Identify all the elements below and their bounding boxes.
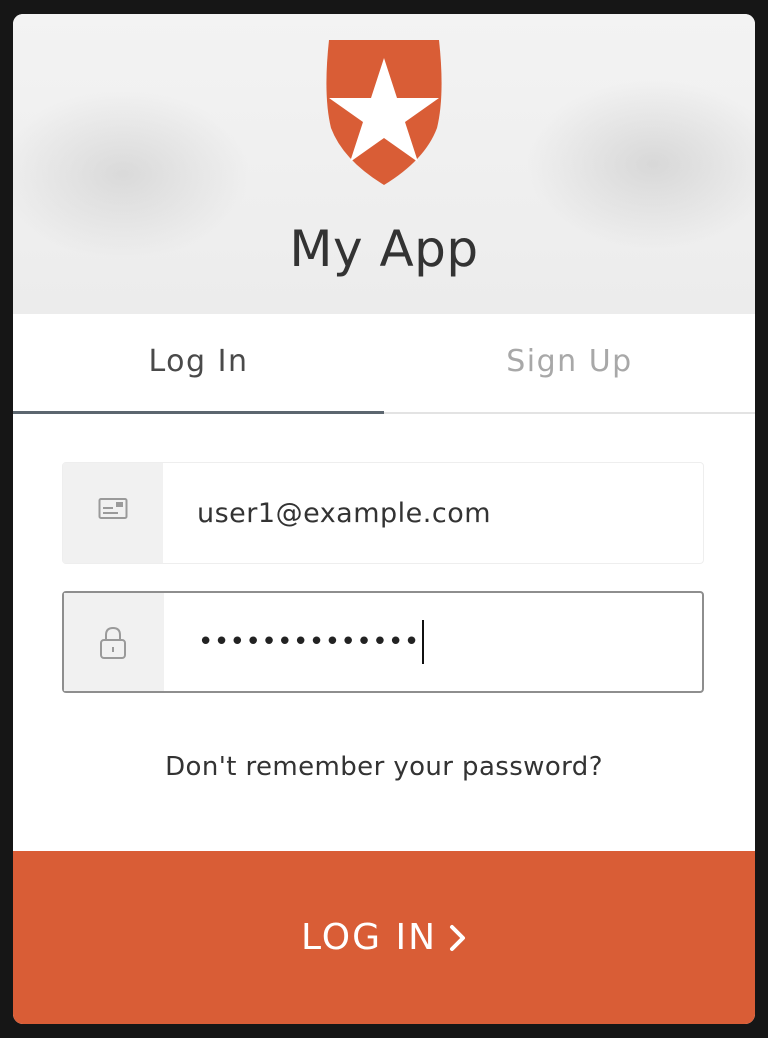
password-icon-box	[64, 593, 164, 691]
password-masked-value: ••••••••••••••	[198, 627, 420, 657]
text-caret	[421, 620, 424, 664]
window-frame: My App Log In Sign Up user1@example.com	[0, 0, 768, 1038]
login-header: My App	[13, 14, 755, 314]
tab-sign-up[interactable]: Sign Up	[384, 314, 755, 414]
forgot-password-link[interactable]: Don't remember your password?	[13, 752, 755, 782]
log-in-button-label: LOG IN	[301, 917, 437, 958]
log-in-button[interactable]: LOG IN	[13, 851, 755, 1024]
chevron-right-icon	[450, 924, 465, 951]
envelope-icon	[98, 498, 128, 519]
shield-star-logo-icon	[326, 40, 442, 185]
app-title: My App	[289, 220, 479, 278]
email-input[interactable]: user1@example.com	[197, 463, 491, 563]
password-input[interactable]: ••••••••••••••	[198, 593, 424, 691]
auth-tabs: Log In Sign Up	[13, 314, 755, 414]
lock-icon	[100, 626, 126, 659]
login-card: My App Log In Sign Up user1@example.com	[13, 14, 755, 1024]
tab-log-in[interactable]: Log In	[13, 314, 384, 414]
email-field[interactable]: user1@example.com	[62, 462, 704, 564]
password-field[interactable]: ••••••••••••••	[62, 591, 704, 693]
email-icon-box	[63, 463, 163, 563]
